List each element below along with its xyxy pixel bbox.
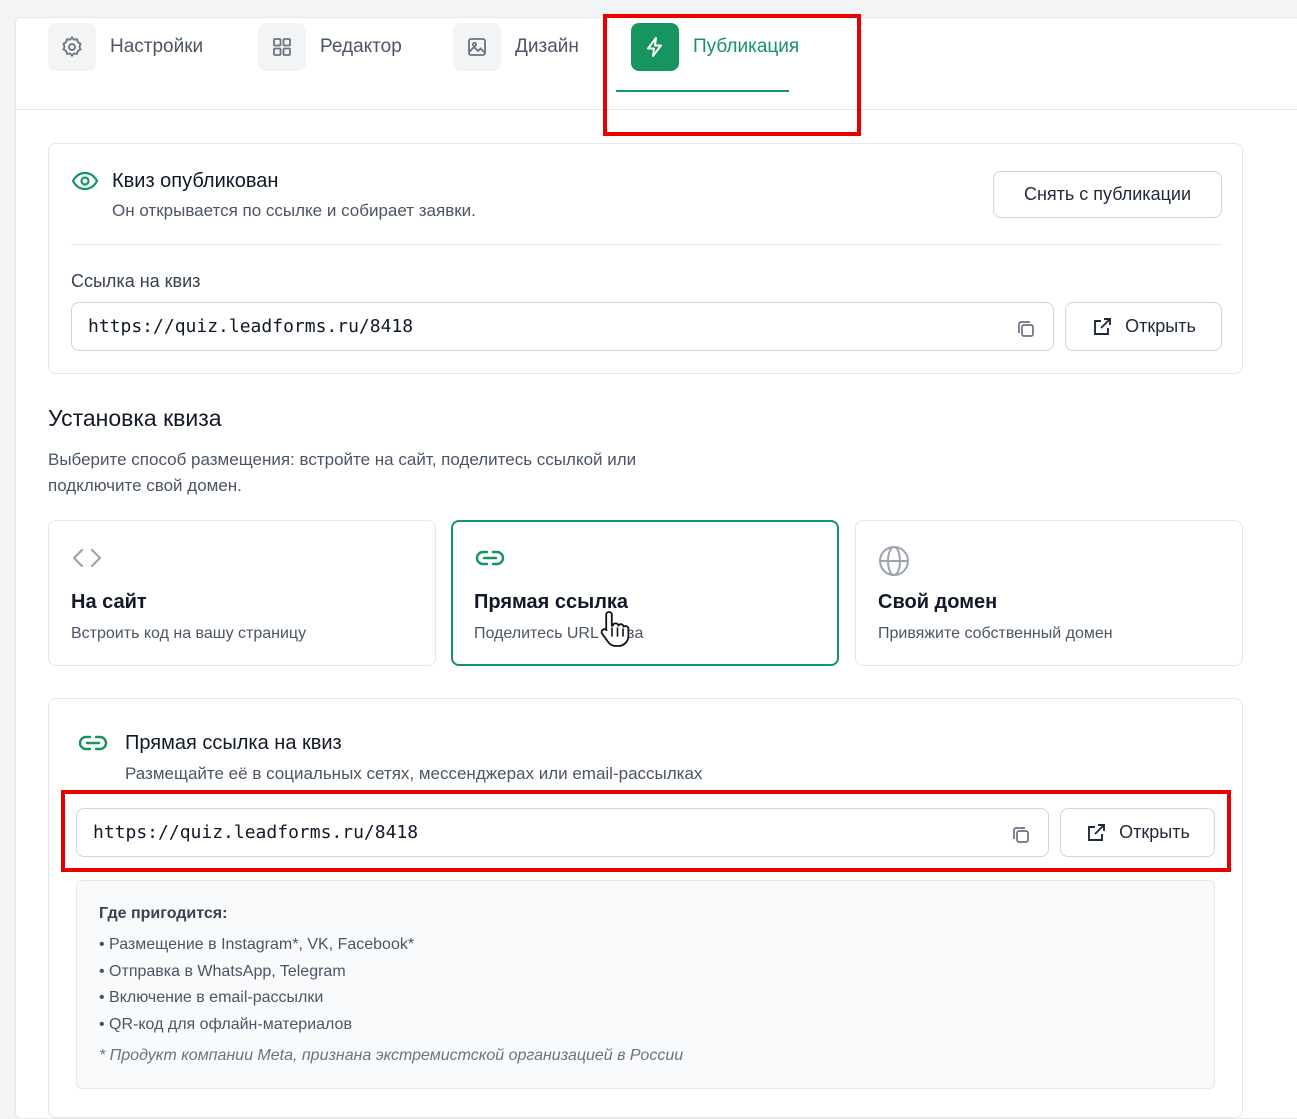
install-desc-line1: Выберите способ размещения: встройте на … xyxy=(48,450,637,469)
meta-note: * Продукт компании Meta, признана экстре… xyxy=(99,1047,684,1064)
publish-status-card: Квиз опубликован Он открывается по ссылк… xyxy=(48,143,1243,374)
option-direct-link[interactable]: Прямая ссылка Поделитесь URL квиза xyxy=(451,520,839,666)
tab-settings[interactable]: Настройки xyxy=(48,23,203,71)
direct-url-field[interactable]: https://quiz.leadforms.ru/8418 xyxy=(76,808,1049,857)
option-embed-site[interactable]: На сайт Встроить код на вашу страницу xyxy=(48,520,436,666)
tab-settings-label: Настройки xyxy=(110,36,204,57)
usage-info-box: Где пригодится: • Размещение в Instagram… xyxy=(76,880,1215,1089)
tab-design[interactable]: Дизайн xyxy=(453,23,579,71)
lightning-icon xyxy=(631,23,679,71)
direct-url-text: https://quiz.leadforms.ru/8418 xyxy=(93,822,419,843)
usage-item: • Включение в email-рассылки xyxy=(99,989,324,1006)
unpublish-button[interactable]: Снять с публикации xyxy=(993,171,1222,218)
link-icon xyxy=(77,730,109,761)
option-embed-subtitle: Встроить код на вашу страницу xyxy=(71,625,307,642)
image-icon xyxy=(453,23,501,71)
quiz-url-field[interactable]: https://quiz.leadforms.ru/8418 xyxy=(71,302,1054,351)
usage-item: • QR-код для офлайн-материалов xyxy=(99,1016,352,1033)
copy-icon[interactable] xyxy=(1010,824,1032,851)
gear-icon xyxy=(48,23,96,71)
option-embed-title: На сайт xyxy=(71,591,147,613)
quiz-url-text: https://quiz.leadforms.ru/8418 xyxy=(88,316,414,337)
option-domain-title: Свой домен xyxy=(878,591,998,613)
direct-title: Прямая ссылка на квиз xyxy=(125,732,342,754)
tab-publish-label: Публикация xyxy=(693,36,800,57)
open-quiz-label: Открыть xyxy=(1125,316,1196,336)
usage-item: • Отправка в WhatsApp, Telegram xyxy=(99,963,346,980)
open-quiz-button[interactable]: Открыть xyxy=(1065,302,1222,351)
link-label: Ссылка на квиз xyxy=(71,271,201,291)
status-subtitle: Он открывается по ссылке и собирает заяв… xyxy=(112,201,476,220)
install-desc-line2: подключите свой домен. xyxy=(48,476,242,495)
link-icon xyxy=(474,545,506,576)
hand-cursor-icon xyxy=(598,608,632,653)
grid-icon xyxy=(258,23,306,71)
eye-icon xyxy=(71,170,99,197)
option-domain-subtitle: Привяжите собственный домен xyxy=(878,625,1113,642)
usage-title: Где пригодится: xyxy=(99,905,228,922)
code-icon xyxy=(71,545,103,576)
open-direct-button[interactable]: Открыть xyxy=(1060,808,1215,857)
tab-publish[interactable]: Публикация xyxy=(631,23,799,71)
external-link-icon xyxy=(1091,316,1113,338)
open-direct-label: Открыть xyxy=(1119,822,1190,842)
option-custom-domain[interactable]: Свой домен Привяжите собственный домен xyxy=(855,520,1243,666)
copy-icon[interactable] xyxy=(1015,318,1037,345)
external-link-icon xyxy=(1085,822,1107,844)
divider xyxy=(71,244,1222,245)
globe-icon xyxy=(878,545,910,582)
tab-editor-label: Редактор xyxy=(320,36,402,57)
tab-design-label: Дизайн xyxy=(515,36,579,57)
direct-subtitle: Размещайте её в социальных сетях, мессен… xyxy=(125,764,703,783)
status-title: Квиз опубликован xyxy=(112,170,279,192)
active-tab-indicator xyxy=(616,90,789,92)
usage-item: • Размещение в Instagram*, VK, Facebook* xyxy=(99,936,415,953)
tab-editor[interactable]: Редактор xyxy=(258,23,402,71)
install-title: Установка квиза xyxy=(48,405,222,431)
